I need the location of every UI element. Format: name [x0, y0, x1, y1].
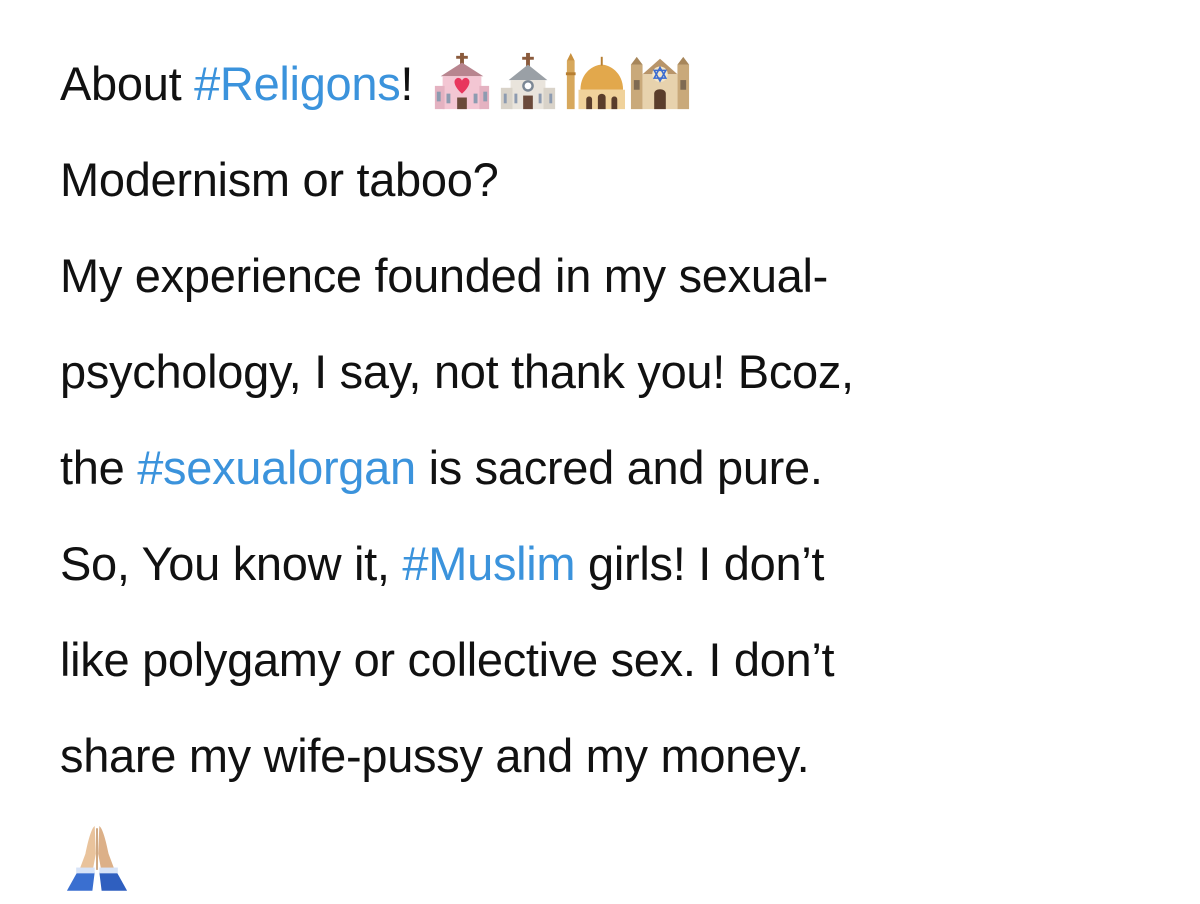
tweet-line-6: So, You know it, #Muslim girls! I don’t [60, 516, 1170, 612]
text-segment: So, You know it, [60, 537, 403, 590]
tweet-line-4: psychology, I say, not thank you! Bcoz, [60, 345, 854, 398]
hashtag-muslim[interactable]: #Muslim [402, 537, 575, 590]
tweet-text: About #Religons! Modernism or taboo? My … [60, 36, 1170, 900]
tweet-line-1: About #Religons! [60, 36, 1170, 132]
religion-emoji-group [431, 51, 691, 113]
hashtag-sexualorgan[interactable]: #sexualorgan [137, 441, 416, 494]
folded-hands-icon [60, 819, 134, 893]
tweet-line-3: My experience founded in my sexual- [60, 249, 829, 302]
text-segment: girls! I don’t [575, 537, 825, 590]
tweet-line-7: like polygamy or collective sex. I don’t [60, 633, 835, 686]
text-segment: the [60, 441, 138, 494]
tweet-line-5: the #sexualorgan is sacred and pure. [60, 420, 1170, 516]
mosque-icon [563, 51, 626, 113]
synagogue-icon [629, 51, 691, 113]
text-segment: ! [400, 57, 414, 110]
tweet-line-8: share my wife-pussy and my money. [60, 729, 810, 782]
text-segment: About [60, 57, 195, 110]
tweet-line-9 [60, 804, 1170, 900]
tweet-line-2: Modernism or taboo? [60, 153, 499, 206]
hashtag-religons[interactable]: #Religons [194, 57, 401, 110]
wedding-icon [431, 51, 493, 113]
church-icon [497, 51, 559, 113]
text-segment: is sacred and pure. [415, 441, 823, 494]
